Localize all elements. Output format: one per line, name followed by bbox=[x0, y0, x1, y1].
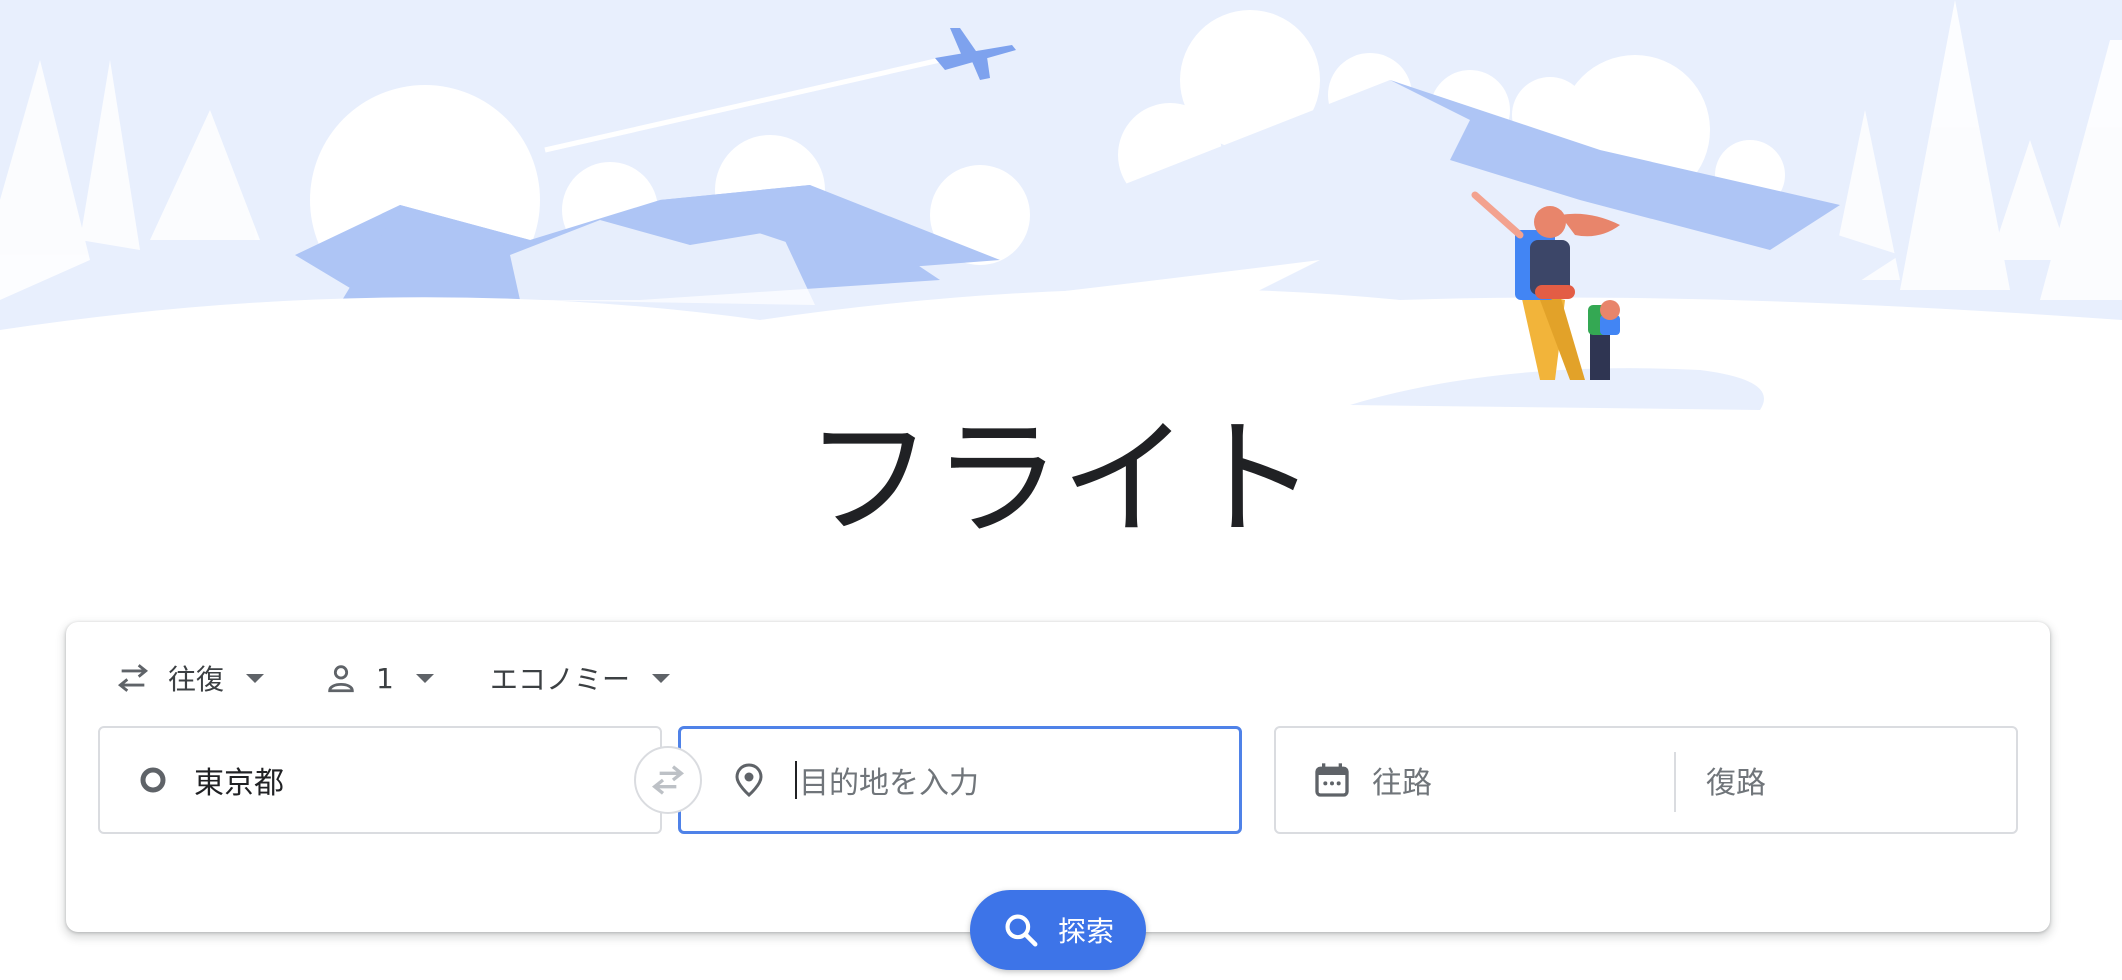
flight-search-card: 往復 1 エコノミー 東京都 目的地を入力 往路 復路 bbox=[66, 622, 2050, 932]
swap-arrows-icon bbox=[117, 664, 149, 692]
cabin-class-label: エコノミー bbox=[490, 663, 631, 696]
departure-placeholder: 往路 bbox=[1372, 766, 1432, 801]
return-placeholder: 復路 bbox=[1706, 766, 1766, 801]
search-icon bbox=[1005, 914, 1038, 947]
destination-field[interactable]: 目的地を入力 bbox=[678, 726, 1242, 834]
cabin-class-dropdown[interactable]: エコノミー bbox=[490, 650, 671, 706]
chevron-down-icon bbox=[652, 673, 671, 683]
text-cursor bbox=[795, 761, 797, 799]
swap-origin-destination-button[interactable] bbox=[634, 746, 702, 814]
passengers-dropdown[interactable]: 1 bbox=[324, 650, 434, 706]
page-title: フライト bbox=[804, 405, 1317, 554]
trip-type-label: 往復 bbox=[168, 663, 225, 696]
origin-field[interactable]: 東京都 bbox=[98, 726, 662, 834]
chevron-down-icon bbox=[415, 673, 434, 683]
swap-horizontal-icon bbox=[651, 765, 685, 795]
passenger-count: 1 bbox=[376, 661, 394, 695]
origin-value: 東京都 bbox=[194, 766, 284, 801]
return-date-field[interactable]: 復路 bbox=[1676, 728, 2016, 832]
circle-origin-icon bbox=[140, 767, 166, 793]
departure-date-field[interactable]: 往路 bbox=[1276, 728, 1674, 832]
search-button[interactable]: 探索 bbox=[970, 890, 1146, 970]
chevron-down-icon bbox=[246, 673, 265, 683]
person-icon bbox=[328, 665, 354, 693]
date-range-field: 往路 復路 bbox=[1274, 726, 2018, 834]
calendar-icon bbox=[1315, 763, 1349, 797]
destination-placeholder: 目的地を入力 bbox=[799, 766, 979, 801]
hero-illustration bbox=[0, 0, 2122, 430]
location-pin-icon bbox=[735, 763, 763, 797]
search-button-label: 探索 bbox=[1057, 915, 1114, 948]
trip-type-dropdown[interactable]: 往復 bbox=[116, 650, 265, 706]
